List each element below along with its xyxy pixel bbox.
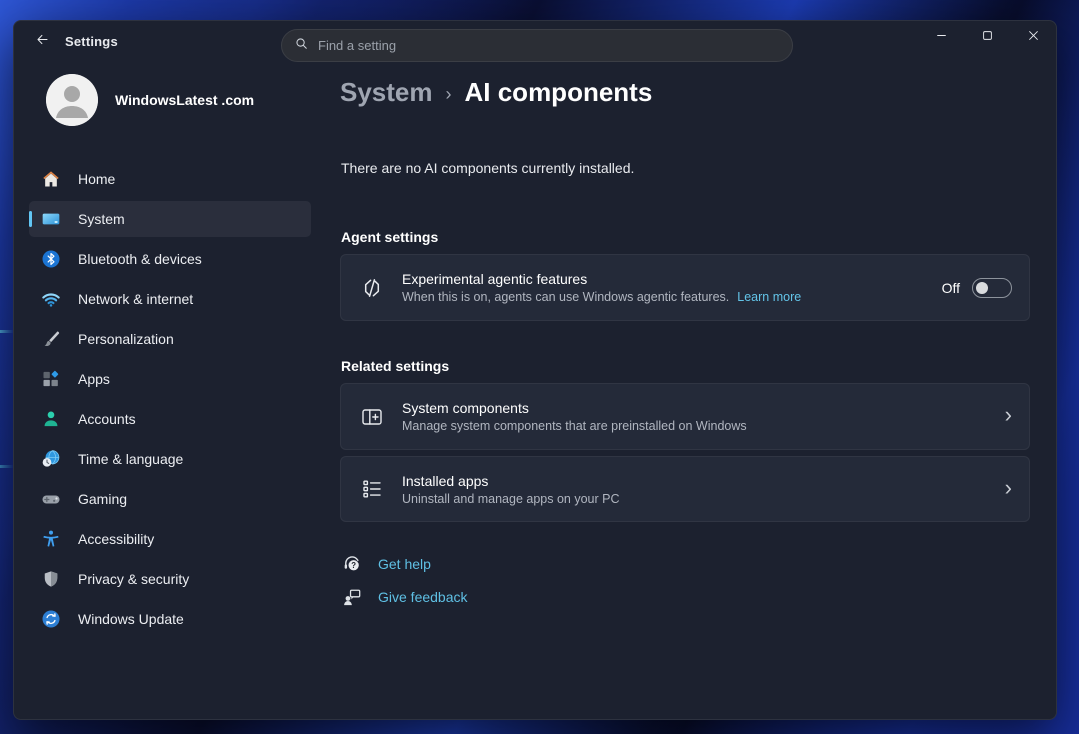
agent-settings-header: Agent settings xyxy=(341,229,438,245)
chevron-right-icon: › xyxy=(1005,404,1012,429)
sidebar: WindowsLatest .com Home System Bluetooth… xyxy=(29,74,317,126)
accessibility-icon xyxy=(41,529,61,549)
user-profile[interactable]: WindowsLatest .com xyxy=(29,74,317,126)
time-language-icon xyxy=(41,449,61,469)
sidebar-item-label: Accounts xyxy=(78,411,136,427)
toggle-group: Off xyxy=(942,278,1012,298)
sidebar-item-accessibility[interactable]: Accessibility xyxy=(29,521,311,557)
home-icon xyxy=(41,169,61,189)
bluetooth-icon xyxy=(41,249,61,269)
gaming-icon xyxy=(41,489,61,509)
breadcrumb-parent[interactable]: System xyxy=(340,77,433,108)
sidebar-item-windows-update[interactable]: Windows Update xyxy=(29,601,311,637)
get-help-icon: ? xyxy=(341,553,363,575)
sidebar-item-label: Home xyxy=(78,171,115,187)
sidebar-item-label: Personalization xyxy=(78,331,174,347)
sidebar-item-personalization[interactable]: Personalization xyxy=(29,321,311,357)
sidebar-item-label: Gaming xyxy=(78,491,127,507)
system-icon xyxy=(41,209,61,229)
agentic-features-card: Experimental agentic features When this … xyxy=(340,254,1030,321)
breadcrumb: System › AI components xyxy=(340,77,652,108)
installed-apps-icon xyxy=(360,477,384,501)
shield-icon xyxy=(41,569,61,589)
sidebar-item-label: Time & language xyxy=(78,451,183,467)
get-help-link[interactable]: ? Get help xyxy=(341,553,431,575)
wallpaper-streak xyxy=(0,330,14,333)
page-title: AI components xyxy=(465,77,653,108)
row-subtitle: Uninstall and manage apps on your PC xyxy=(402,492,987,506)
paintbrush-icon xyxy=(41,329,61,349)
give-feedback-icon xyxy=(341,586,363,608)
installed-apps-text: Installed apps Uninstall and manage apps… xyxy=(402,473,987,506)
give-feedback-label: Give feedback xyxy=(378,589,468,605)
agentic-features-text: Experimental agentic features When this … xyxy=(402,271,924,304)
breadcrumb-separator-icon: › xyxy=(446,81,452,105)
back-arrow-icon xyxy=(35,32,50,52)
sidebar-item-time-language[interactable]: Time & language xyxy=(29,441,311,477)
agent-features-icon xyxy=(360,276,384,300)
selection-indicator xyxy=(29,211,32,227)
setting-description: When this is on, agents can use Windows … xyxy=(402,290,924,304)
toggle-knob xyxy=(976,282,988,294)
sidebar-item-label: Accessibility xyxy=(78,531,154,547)
empty-state-message: There are no AI components currently ins… xyxy=(341,160,634,176)
agentic-features-toggle[interactable] xyxy=(972,278,1012,298)
wifi-icon xyxy=(41,289,61,309)
apps-icon xyxy=(41,369,61,389)
accounts-icon xyxy=(41,409,61,429)
related-settings-header: Related settings xyxy=(341,358,449,374)
avatar xyxy=(46,74,98,126)
system-components-icon xyxy=(360,405,384,429)
sidebar-nav: Home System Bluetooth & devices Network … xyxy=(29,161,311,637)
svg-text:?: ? xyxy=(351,561,356,570)
settings-window: Settings WindowsLatest .com xyxy=(13,20,1057,720)
row-subtitle: Manage system components that are preins… xyxy=(402,419,987,433)
sidebar-item-bluetooth-devices[interactable]: Bluetooth & devices xyxy=(29,241,311,277)
sidebar-item-system[interactable]: System xyxy=(29,201,311,237)
sidebar-item-privacy-security[interactable]: Privacy & security xyxy=(29,561,311,597)
sidebar-item-label: Network & internet xyxy=(78,291,193,307)
wallpaper-streak xyxy=(0,465,14,468)
sidebar-item-label: Windows Update xyxy=(78,611,184,627)
sidebar-item-accounts[interactable]: Accounts xyxy=(29,401,311,437)
search-icon xyxy=(294,36,309,56)
chevron-right-icon: › xyxy=(1005,477,1012,502)
user-name: WindowsLatest .com xyxy=(115,92,254,108)
setting-title: Experimental agentic features xyxy=(402,271,924,287)
row-title: System components xyxy=(402,400,987,416)
system-components-row[interactable]: System components Manage system componen… xyxy=(340,383,1030,450)
sidebar-item-label: System xyxy=(78,211,125,227)
back-button[interactable] xyxy=(26,29,58,55)
sidebar-item-label: Apps xyxy=(78,371,110,387)
sidebar-item-gaming[interactable]: Gaming xyxy=(29,481,311,517)
app-title: Settings xyxy=(65,34,118,49)
sidebar-item-network-internet[interactable]: Network & internet xyxy=(29,281,311,317)
main-content: System › AI components There are no AI c… xyxy=(340,21,1030,720)
windows-update-icon xyxy=(41,609,61,629)
learn-more-link[interactable]: Learn more xyxy=(737,290,801,304)
toggle-state-label: Off xyxy=(942,280,960,296)
installed-apps-row[interactable]: Installed apps Uninstall and manage apps… xyxy=(340,456,1030,522)
sidebar-item-home[interactable]: Home xyxy=(29,161,311,197)
give-feedback-link[interactable]: Give feedback xyxy=(341,586,468,608)
sidebar-item-apps[interactable]: Apps xyxy=(29,361,311,397)
sidebar-item-label: Privacy & security xyxy=(78,571,189,587)
system-components-text: System components Manage system componen… xyxy=(402,400,987,433)
sidebar-item-label: Bluetooth & devices xyxy=(78,251,202,267)
setting-description-text: When this is on, agents can use Windows … xyxy=(402,290,729,304)
row-title: Installed apps xyxy=(402,473,987,489)
get-help-label: Get help xyxy=(378,556,431,572)
